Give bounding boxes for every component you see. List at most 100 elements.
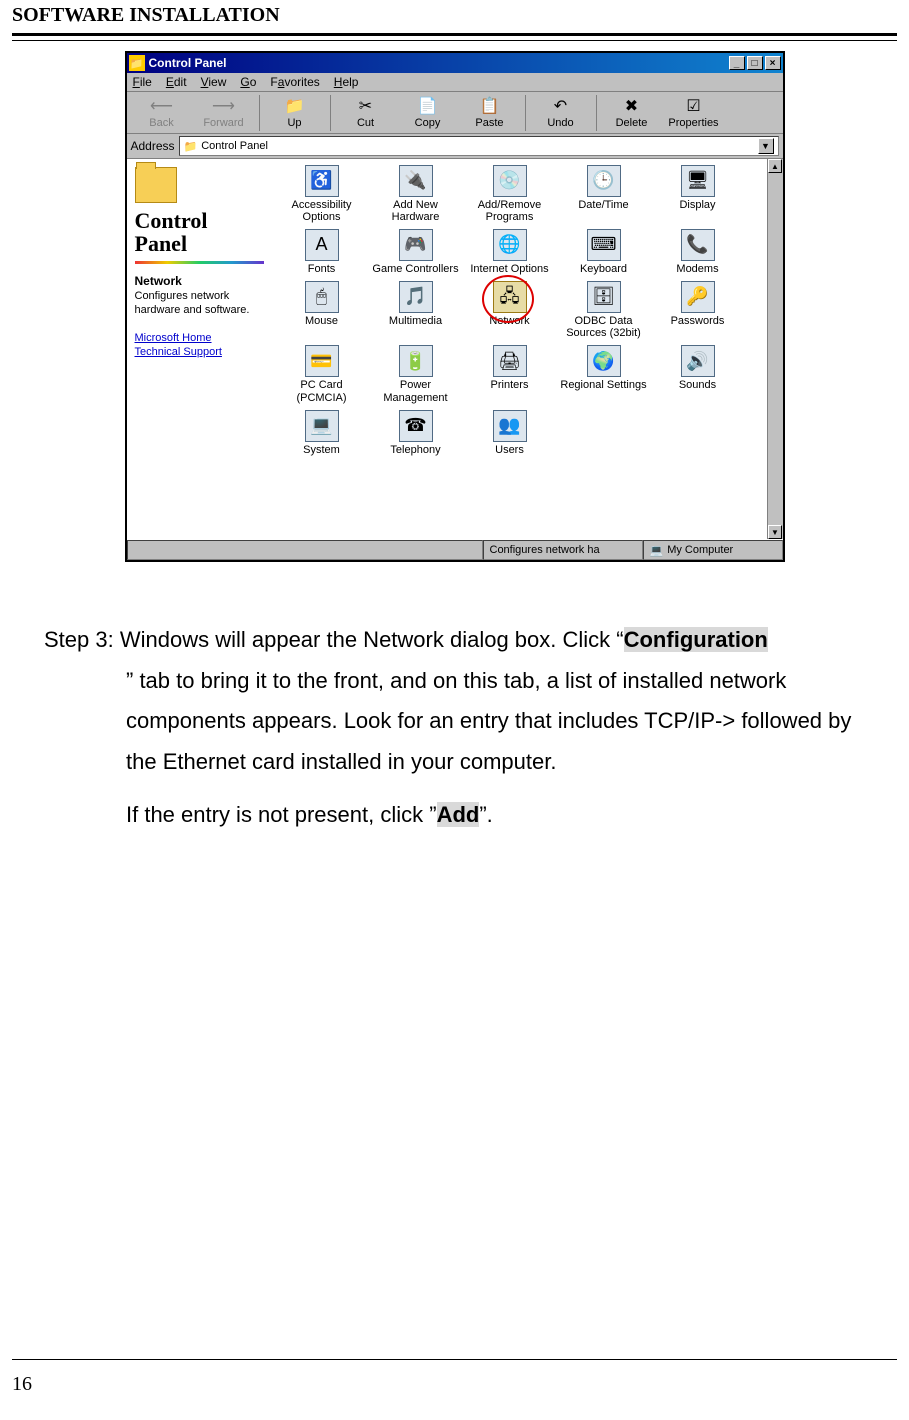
item-mouse[interactable]: 🖱Mouse xyxy=(276,281,368,339)
rainbow-divider xyxy=(135,261,264,264)
scrollbar[interactable]: ▲ ▼ xyxy=(767,159,783,539)
close-button[interactable]: × xyxy=(765,56,781,70)
item-display[interactable]: 🖥Display xyxy=(652,165,744,223)
toolbar-cut[interactable]: ✂Cut xyxy=(335,94,397,131)
toolbar-delete[interactable]: ✖Delete xyxy=(601,94,663,131)
menu-file[interactable]: File xyxy=(133,75,152,89)
toolbar: ⟵Back ⟶Forward 📁Up ✂Cut 📄Copy 📋Paste ↶Un… xyxy=(127,92,783,134)
highlight-add: Add xyxy=(437,802,480,827)
item-regional[interactable]: 🌍Regional Settings xyxy=(558,345,650,403)
footer-rule xyxy=(12,1359,897,1360)
multimedia-icon: 🎵 xyxy=(399,281,433,313)
menu-view[interactable]: View xyxy=(201,75,227,89)
menu-edit[interactable]: Edit xyxy=(166,75,187,89)
toolbar-sep-3 xyxy=(525,95,526,131)
power-icon: 🔋 xyxy=(399,345,433,377)
item-date-time[interactable]: 🕒Date/Time xyxy=(558,165,650,223)
menu-go[interactable]: Go xyxy=(240,75,256,89)
toolbar-sep-2 xyxy=(330,95,331,131)
item-add-hardware[interactable]: 🔌Add New Hardware xyxy=(370,165,462,223)
item-odbc[interactable]: 🗄ODBC Data Sources (32bit) xyxy=(558,281,650,339)
highlight-configuration: Configuration xyxy=(624,627,768,652)
item-printers[interactable]: 🖨Printers xyxy=(464,345,556,403)
item-add-remove[interactable]: 💿Add/Remove Programs xyxy=(464,165,556,223)
add-remove-icon: 💿 xyxy=(493,165,527,197)
modems-icon: 📞 xyxy=(681,229,715,261)
telephony-icon: ☎ xyxy=(399,410,433,442)
item-sounds[interactable]: 🔊Sounds xyxy=(652,345,744,403)
header-rule-thick xyxy=(12,33,897,36)
display-icon: 🖥 xyxy=(681,165,715,197)
menu-favorites[interactable]: Favorites xyxy=(270,75,319,89)
users-icon: 👥 xyxy=(493,410,527,442)
toolbar-back[interactable]: ⟵Back xyxy=(131,94,193,131)
toolbar-paste[interactable]: 📋Paste xyxy=(459,94,521,131)
cut-icon: ✂ xyxy=(354,96,378,116)
add-hardware-icon: 🔌 xyxy=(399,165,433,197)
address-label: Address xyxy=(131,139,175,153)
address-box[interactable]: 📁 Control Panel ▼ xyxy=(179,136,779,156)
header-rule-thin xyxy=(12,40,897,41)
panel-folder-icon xyxy=(135,167,177,203)
mouse-icon: 🖱 xyxy=(305,281,339,313)
network-icon: 🖧 xyxy=(493,281,527,313)
address-value: Control Panel xyxy=(201,140,268,152)
page-number: 16 xyxy=(12,1373,32,1396)
item-passwords[interactable]: 🔑Passwords xyxy=(652,281,744,339)
step-3-text-post: ” tab to bring it to the front, and on t… xyxy=(126,661,865,783)
link-microsoft-home[interactable]: Microsoft Home xyxy=(135,332,264,344)
item-pc-card[interactable]: 💳PC Card (PCMCIA) xyxy=(276,345,368,403)
toolbar-undo[interactable]: ↶Undo xyxy=(530,94,592,131)
accessibility-icon: ♿ xyxy=(305,165,339,197)
item-game-controllers[interactable]: 🎮Game Controllers xyxy=(370,229,462,275)
scroll-down-icon[interactable]: ▼ xyxy=(768,525,782,539)
system-icon: 💻 xyxy=(305,410,339,442)
toolbar-up[interactable]: 📁Up xyxy=(264,94,326,131)
titlebar: 📁 Control Panel _ □ × xyxy=(127,53,783,73)
toolbar-forward[interactable]: ⟶Forward xyxy=(193,94,255,131)
link-technical-support[interactable]: Technical Support xyxy=(135,346,264,358)
toolbar-properties[interactable]: ☑Properties xyxy=(663,94,725,131)
forward-icon: ⟶ xyxy=(212,96,236,116)
step-3b-pre: If the entry is not present, click ” xyxy=(126,802,437,827)
minimize-button[interactable]: _ xyxy=(729,56,745,70)
left-panel: Control Panel Network Configures network… xyxy=(127,159,272,539)
paste-icon: 📋 xyxy=(478,96,502,116)
page-header: SOFTWARE INSTALLATION xyxy=(0,0,909,29)
item-users[interactable]: 👥Users xyxy=(464,410,556,456)
game-icon: 🎮 xyxy=(399,229,433,261)
status-bar: Configures network ha 💻 My Computer xyxy=(127,539,783,560)
item-accessibility[interactable]: ♿Accessibility Options xyxy=(276,165,368,223)
item-system[interactable]: 💻System xyxy=(276,410,368,456)
screenshot-container: 📁 Control Panel _ □ × File Edit View Go … xyxy=(0,51,909,562)
passwords-icon: 🔑 xyxy=(681,281,715,313)
step-3-block: Step 3: Windows will appear the Network … xyxy=(44,620,865,783)
fonts-icon: A xyxy=(305,229,339,261)
my-computer-icon: 💻 xyxy=(650,544,664,557)
menubar: File Edit View Go Favorites Help xyxy=(127,73,783,92)
scroll-up-icon[interactable]: ▲ xyxy=(768,159,782,173)
sounds-icon: 🔊 xyxy=(681,345,715,377)
undo-icon: ↶ xyxy=(549,96,573,116)
status-left xyxy=(127,540,483,560)
toolbar-copy[interactable]: 📄Copy xyxy=(397,94,459,131)
item-fonts[interactable]: AFonts xyxy=(276,229,368,275)
item-network[interactable]: 🖧 Network xyxy=(464,281,556,339)
item-power[interactable]: 🔋Power Management xyxy=(370,345,462,403)
item-internet-options[interactable]: 🌐Internet Options xyxy=(464,229,556,275)
address-dropdown-icon[interactable]: ▼ xyxy=(758,138,774,154)
control-panel-icon: 📁 xyxy=(129,55,145,71)
item-modems[interactable]: 📞Modems xyxy=(652,229,744,275)
copy-icon: 📄 xyxy=(416,96,440,116)
keyboard-icon: ⌨ xyxy=(587,229,621,261)
item-keyboard[interactable]: ⌨Keyboard xyxy=(558,229,650,275)
properties-icon: ☑ xyxy=(682,96,706,116)
item-multimedia[interactable]: 🎵Multimedia xyxy=(370,281,462,339)
toolbar-sep-4 xyxy=(596,95,597,131)
maximize-button[interactable]: □ xyxy=(747,56,763,70)
address-folder-icon: 📁 xyxy=(184,140,198,153)
menu-help[interactable]: Help xyxy=(334,75,359,89)
back-icon: ⟵ xyxy=(150,96,174,116)
step-3-label: Step 3: xyxy=(44,627,120,652)
item-telephony[interactable]: ☎Telephony xyxy=(370,410,462,456)
